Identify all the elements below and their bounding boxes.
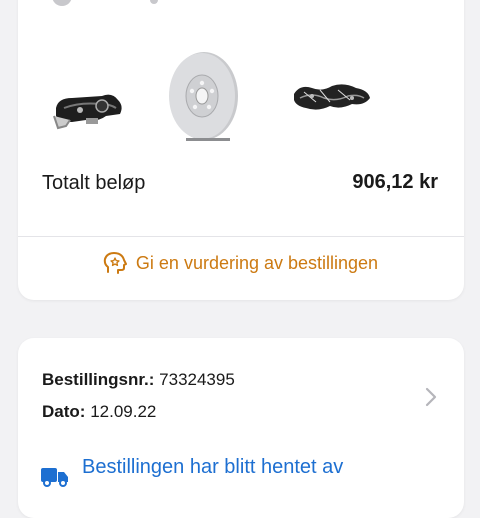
total-row: Totalt beløp 906,12 kr bbox=[42, 168, 438, 198]
order-date-label: Dato: bbox=[42, 402, 86, 421]
order-status-text[interactable]: Bestillingen har blitt hentet av bbox=[82, 456, 343, 479]
brake-pads-image bbox=[294, 84, 370, 110]
order-date-value: 12.09.22 bbox=[90, 402, 157, 421]
truck-icon bbox=[41, 468, 68, 487]
chevron-right-icon[interactable] bbox=[424, 386, 438, 408]
order-details-card[interactable] bbox=[18, 338, 464, 518]
brake-caliper-image bbox=[53, 94, 122, 130]
total-value: 906,12 kr bbox=[352, 171, 438, 193]
divider bbox=[18, 236, 464, 237]
review-head-icon bbox=[103, 252, 127, 274]
rate-order-button[interactable]: Gi en vurdering av bestillingen bbox=[0, 250, 480, 286]
order-number-line: Bestillingsnr.: 73324395 bbox=[42, 370, 235, 390]
order-number-label: Bestillingsnr.: bbox=[42, 370, 155, 389]
order-number-value: 73324395 bbox=[159, 370, 235, 389]
rate-order-label: Gi en vurdering av bestillingen bbox=[135, 252, 379, 273]
brake-disc-image bbox=[169, 52, 238, 141]
order-date-line: Dato: 12.09.22 bbox=[42, 402, 156, 422]
total-label: Totalt beløp bbox=[42, 172, 146, 194]
